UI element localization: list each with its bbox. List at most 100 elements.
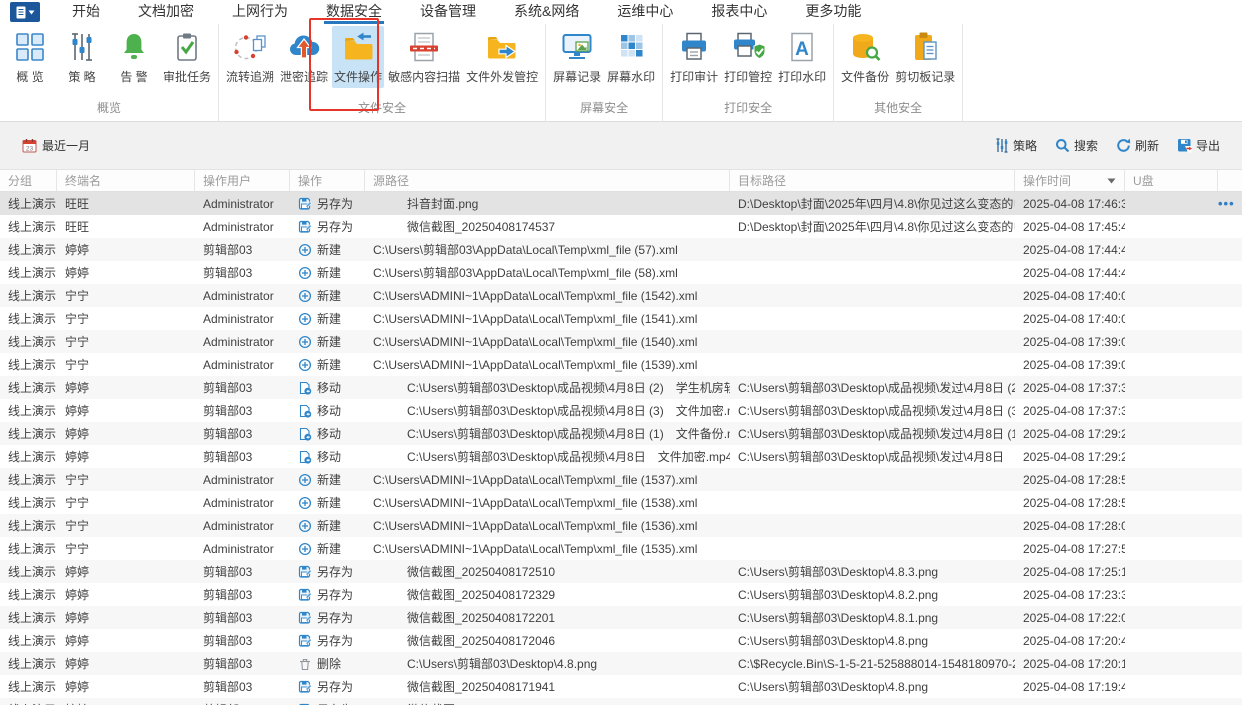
menu-tab-6[interactable]: 运维中心 bbox=[615, 0, 675, 24]
cell-terminal: 婷婷 bbox=[57, 609, 195, 626]
cell-actions: ••• bbox=[1218, 197, 1242, 211]
table-row[interactable]: 线上演示婷婷剪辑部03移动C:\Users\剪辑部03\Desktop\成品视频… bbox=[0, 445, 1242, 468]
new-icon bbox=[298, 335, 312, 349]
cell-target: C:\Users\剪辑部03\Desktop\4.8.1.png bbox=[730, 609, 1015, 626]
column-header-2[interactable]: 操作用户 bbox=[195, 170, 290, 191]
column-header-5[interactable]: 目标路径 bbox=[730, 170, 1015, 191]
screen-record-button[interactable]: 屏幕记录 bbox=[551, 26, 603, 88]
ribbon-button-label: 告 警 bbox=[120, 68, 147, 85]
table-header: 分组终端名操作用户操作源路径目标路径操作时间U盘 bbox=[0, 170, 1242, 192]
table-row[interactable]: 线上演示婷婷剪辑部03移动C:\Users\剪辑部03\Desktop\成品视频… bbox=[0, 422, 1242, 445]
cell-source: C:\Users\剪辑部03\Desktop\成品视频\4月8日 (1) 文件备… bbox=[365, 425, 730, 442]
column-header-3[interactable]: 操作 bbox=[290, 170, 365, 191]
overview-grid-button[interactable]: 概 览 bbox=[5, 26, 55, 88]
menu-tab-3[interactable]: 数据安全 bbox=[324, 0, 384, 24]
menu-tab-0[interactable]: 开始 bbox=[70, 0, 102, 24]
table-row[interactable]: 线上演示婷婷剪辑部03另存为微信截图_20250408172046C:\User… bbox=[0, 629, 1242, 652]
policy-small-icon bbox=[994, 138, 1009, 153]
cell-op: 新建 bbox=[290, 287, 365, 304]
cell-group: 线上演示 bbox=[0, 287, 57, 304]
menu-tab-2[interactable]: 上网行为 bbox=[230, 0, 290, 24]
table-row[interactable]: 线上演示婷婷剪辑部03另存为微信截图_20250408172201C:\User… bbox=[0, 606, 1242, 629]
cell-terminal: 婷婷 bbox=[57, 264, 195, 281]
search-action[interactable]: 搜索 bbox=[1055, 137, 1098, 154]
ribbon-group-3: 打印审计打印管控A打印水印打印安全 bbox=[663, 24, 834, 121]
table-row[interactable]: 线上演示宁宁Administrator新建C:\Users\ADMINI~1\A… bbox=[0, 491, 1242, 514]
print-audit-icon bbox=[676, 30, 712, 64]
ribbon-button-label: 敏感内容扫描 bbox=[388, 68, 460, 85]
cell-user: Administrator bbox=[195, 358, 290, 372]
approval-clipboard-button[interactable]: 审批任务 bbox=[161, 26, 213, 88]
refresh-action[interactable]: 刷新 bbox=[1116, 137, 1159, 154]
table-row[interactable]: 线上演示宁宁Administrator新建C:\Users\ADMINI~1\A… bbox=[0, 307, 1242, 330]
ribbon-button-label: 文件备份 bbox=[841, 68, 889, 85]
column-header-7[interactable]: U盘 bbox=[1125, 170, 1218, 191]
table-row[interactable]: 线上演示宁宁Administrator新建C:\Users\ADMINI~1\A… bbox=[0, 284, 1242, 307]
menu-tab-7[interactable]: 报表中心 bbox=[709, 0, 769, 24]
screen-watermark-button[interactable]: 屏幕水印 bbox=[605, 26, 657, 88]
filter-arrow-icon[interactable] bbox=[1103, 178, 1116, 184]
trace-cycle-button[interactable]: 流转追溯 bbox=[224, 26, 276, 88]
row-more-button[interactable]: ••• bbox=[1218, 197, 1235, 211]
cell-terminal: 旺旺 bbox=[57, 195, 195, 212]
table-row[interactable]: 线上演示宁宁Administrator新建C:\Users\ADMINI~1\A… bbox=[0, 468, 1242, 491]
ribbon: 概 览策 略告 警审批任务概览流转追溯泄密追踪文件操作敏感内容扫描文件外发管控文… bbox=[0, 24, 1242, 122]
file-outgoing-button[interactable]: 文件外发管控 bbox=[464, 26, 540, 88]
cell-time: 2025-04-08 17:19:45 bbox=[1015, 680, 1125, 694]
print-control-button[interactable]: 打印管控 bbox=[722, 26, 774, 88]
print-watermark-button[interactable]: A打印水印 bbox=[776, 26, 828, 88]
cell-op: 新建 bbox=[290, 310, 365, 327]
column-header-1[interactable]: 终端名 bbox=[57, 170, 195, 191]
cell-source: C:\Users\ADMINI~1\AppData\Local\Temp\xml… bbox=[365, 289, 730, 303]
cell-op: 另存为 bbox=[290, 218, 365, 235]
new-icon bbox=[298, 289, 312, 303]
table-row[interactable]: 线上演示旺旺Administrator另存为微信截图_2025040817453… bbox=[0, 215, 1242, 238]
table-row[interactable]: 线上演示婷婷剪辑部03新建C:\Users\剪辑部03\AppData\Loca… bbox=[0, 238, 1242, 261]
file-backup-button[interactable]: 文件备份 bbox=[839, 26, 891, 88]
app-doc-icon bbox=[16, 6, 26, 19]
leak-track-button[interactable]: 泄密追踪 bbox=[278, 26, 330, 88]
policy-sliders-button[interactable]: 策 略 bbox=[57, 26, 107, 88]
op-label: 新建 bbox=[317, 241, 341, 258]
table-row[interactable]: 线上演示婷婷剪辑部03删除C:\Users\剪辑部03\Desktop\4.8.… bbox=[0, 652, 1242, 675]
table-row[interactable]: 线上演示宁宁Administrator新建C:\Users\ADMINI~1\A… bbox=[0, 330, 1242, 353]
menu-tab-4[interactable]: 设备管理 bbox=[418, 0, 478, 24]
table-row[interactable]: 线上演示婷婷剪辑部03新建C:\Users\剪辑部03\AppData\Loca… bbox=[0, 261, 1242, 284]
file-ops-button[interactable]: 文件操作 bbox=[332, 26, 384, 88]
table-row[interactable]: 线上演示宁宁Administrator新建C:\Users\ADMINI~1\A… bbox=[0, 353, 1242, 376]
export-action[interactable]: 导出 bbox=[1177, 137, 1220, 154]
app-menu-button[interactable] bbox=[10, 2, 40, 22]
column-header-6[interactable]: 操作时间 bbox=[1015, 170, 1125, 191]
cell-source: 抖音封面.png bbox=[365, 195, 730, 212]
table-row[interactable]: 线上演示旺旺Administrator另存为抖音封面.pngD:\Desktop… bbox=[0, 192, 1242, 215]
policy-small-action[interactable]: 策略 bbox=[994, 137, 1037, 154]
file-ops-icon bbox=[340, 30, 376, 64]
cell-source: C:\Users\ADMINI~1\AppData\Local\Temp\xml… bbox=[365, 519, 730, 533]
table-row[interactable]: 线上演示婷婷剪辑部03移动C:\Users\剪辑部03\Desktop\成品视频… bbox=[0, 376, 1242, 399]
menu-tab-8[interactable]: 更多功能 bbox=[803, 0, 863, 24]
table-body: 线上演示旺旺Administrator另存为抖音封面.pngD:\Desktop… bbox=[0, 192, 1242, 705]
print-audit-button[interactable]: 打印审计 bbox=[668, 26, 720, 88]
table-row[interactable]: 线上演示婷婷剪辑部03另存为微信截图_20250408172329C:\User… bbox=[0, 583, 1242, 606]
menu-tab-5[interactable]: 系统&网络 bbox=[512, 0, 581, 24]
clipboard-record-button[interactable]: 剪切板记录 bbox=[893, 26, 957, 88]
screen-record-icon bbox=[559, 30, 595, 64]
alert-bell-button[interactable]: 告 警 bbox=[109, 26, 159, 88]
column-header-0[interactable]: 分组 bbox=[0, 170, 57, 191]
table-row[interactable]: 线上演示婷婷剪辑部03另存为微信截图_20250408171941C:\User… bbox=[0, 675, 1242, 698]
content-scan-button[interactable]: 敏感内容扫描 bbox=[386, 26, 462, 88]
cell-time: 2025-04-08 17:20:49 bbox=[1015, 634, 1125, 648]
table-row[interactable]: 线上演示婷婷剪辑部03移动C:\Users\剪辑部03\Desktop\成品视频… bbox=[0, 399, 1242, 422]
cell-time: 2025-04-08 17:23:32 bbox=[1015, 588, 1125, 602]
cell-user: Administrator bbox=[195, 289, 290, 303]
table-row[interactable]: 线上演示宁宁Administrator新建C:\Users\ADMINI~1\A… bbox=[0, 514, 1242, 537]
filter-toolbar: 23 最近一月 策略 搜索 刷新 导出 bbox=[0, 122, 1242, 169]
table-row[interactable]: 线上演示婷婷剪辑部03另存为微信截图_20250408172510C:\User… bbox=[0, 560, 1242, 583]
date-range-filter[interactable]: 23 最近一月 bbox=[22, 137, 90, 154]
column-header-4[interactable]: 源路径 bbox=[365, 170, 730, 191]
cell-op: 另存为 bbox=[290, 195, 365, 212]
cell-target: C:\Users\剪辑部03\Desktop\4.8.png bbox=[730, 632, 1015, 649]
op-label: 移动 bbox=[317, 402, 341, 419]
menu-tab-1[interactable]: 文档加密 bbox=[136, 0, 196, 24]
table-row[interactable]: 线上演示宁宁Administrator新建C:\Users\ADMINI~1\A… bbox=[0, 537, 1242, 560]
